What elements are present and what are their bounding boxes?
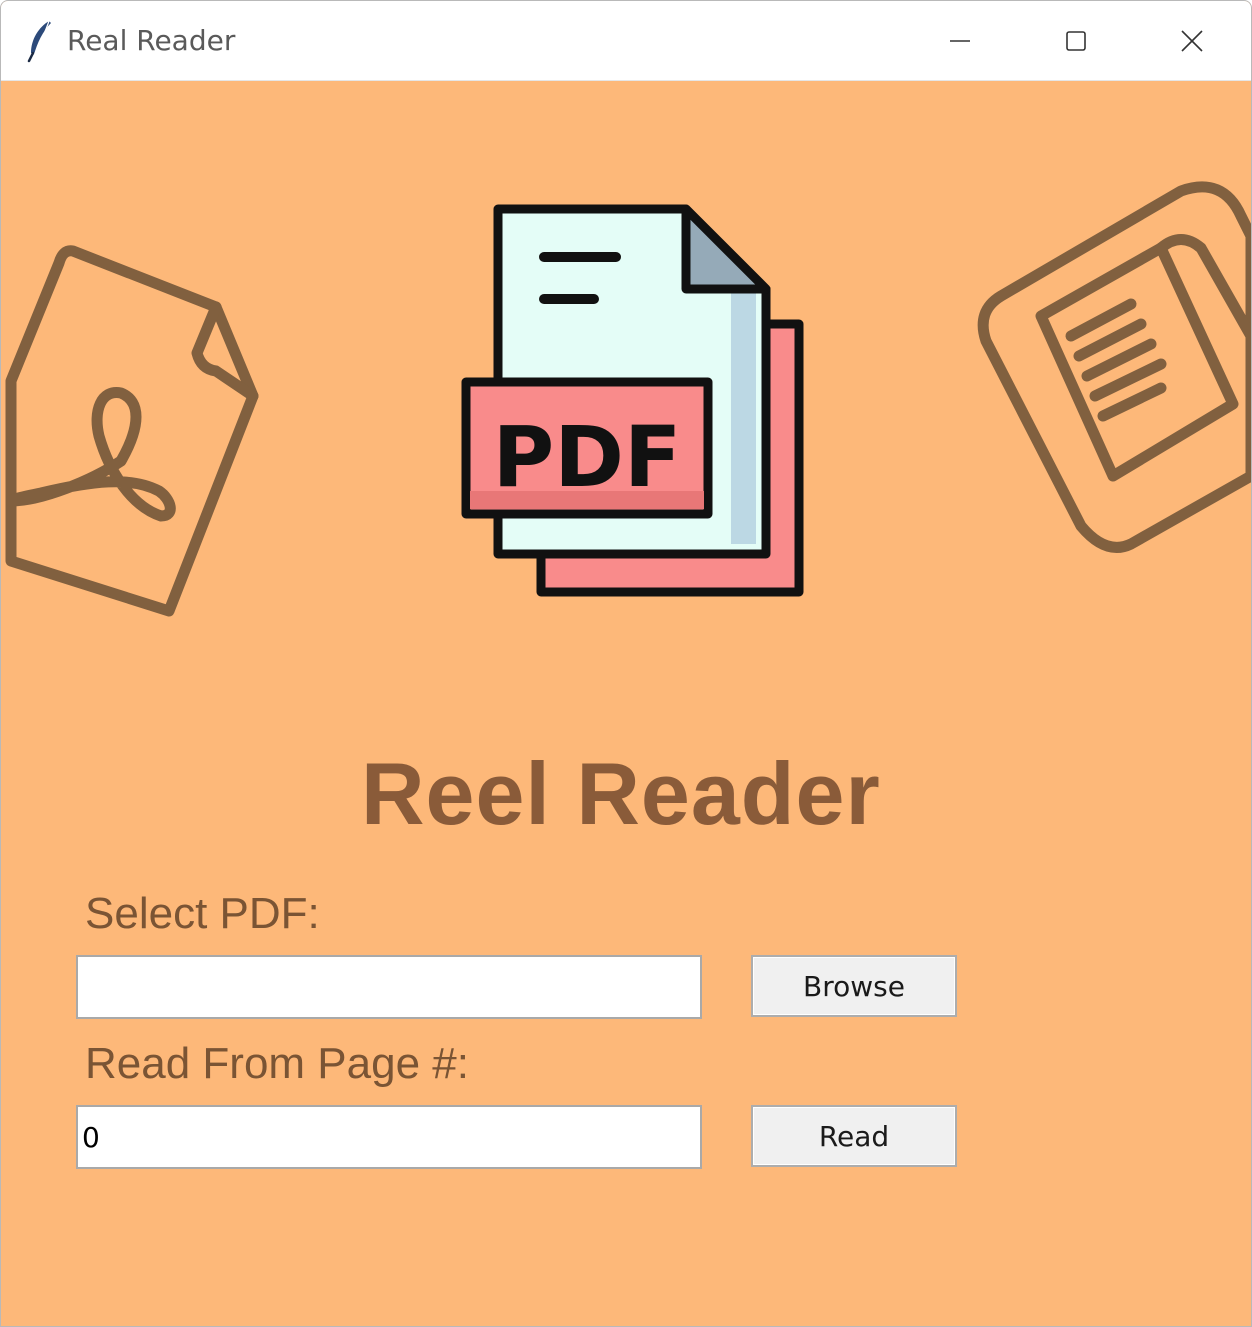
main-panel: PDF Reel Reader Select PDF: Browse Read …: [1, 81, 1251, 1326]
select-pdf-label: Select PDF:: [85, 889, 320, 938]
notebook-pen-icon: [977, 181, 1251, 553]
feather-icon: [27, 20, 51, 63]
pdf-file-logo: PDF: [461, 204, 804, 597]
window-title: Real Reader: [67, 24, 236, 57]
close-button[interactable]: [1134, 1, 1250, 80]
app-window: Real Reader PDF Reel Reader Select PDF: …: [0, 0, 1252, 1327]
maximize-button[interactable]: [1018, 1, 1134, 80]
minimize-button[interactable]: [902, 1, 1018, 80]
maximize-icon: [1066, 30, 1086, 51]
close-icon: [1181, 29, 1203, 52]
page-number-label: Read From Page #:: [85, 1039, 469, 1088]
app-title: Reel Reader: [361, 744, 881, 843]
acrobat-document-icon: [5, 245, 259, 617]
browse-button[interactable]: Browse: [751, 955, 957, 1017]
read-button[interactable]: Read: [751, 1105, 957, 1167]
minimize-icon: [950, 39, 970, 42]
pdf-path-input[interactable]: [76, 955, 702, 1019]
pdf-logo-text: PDF: [493, 408, 682, 506]
title-bar[interactable]: Real Reader: [1, 1, 1251, 81]
page-number-input[interactable]: [76, 1105, 702, 1169]
